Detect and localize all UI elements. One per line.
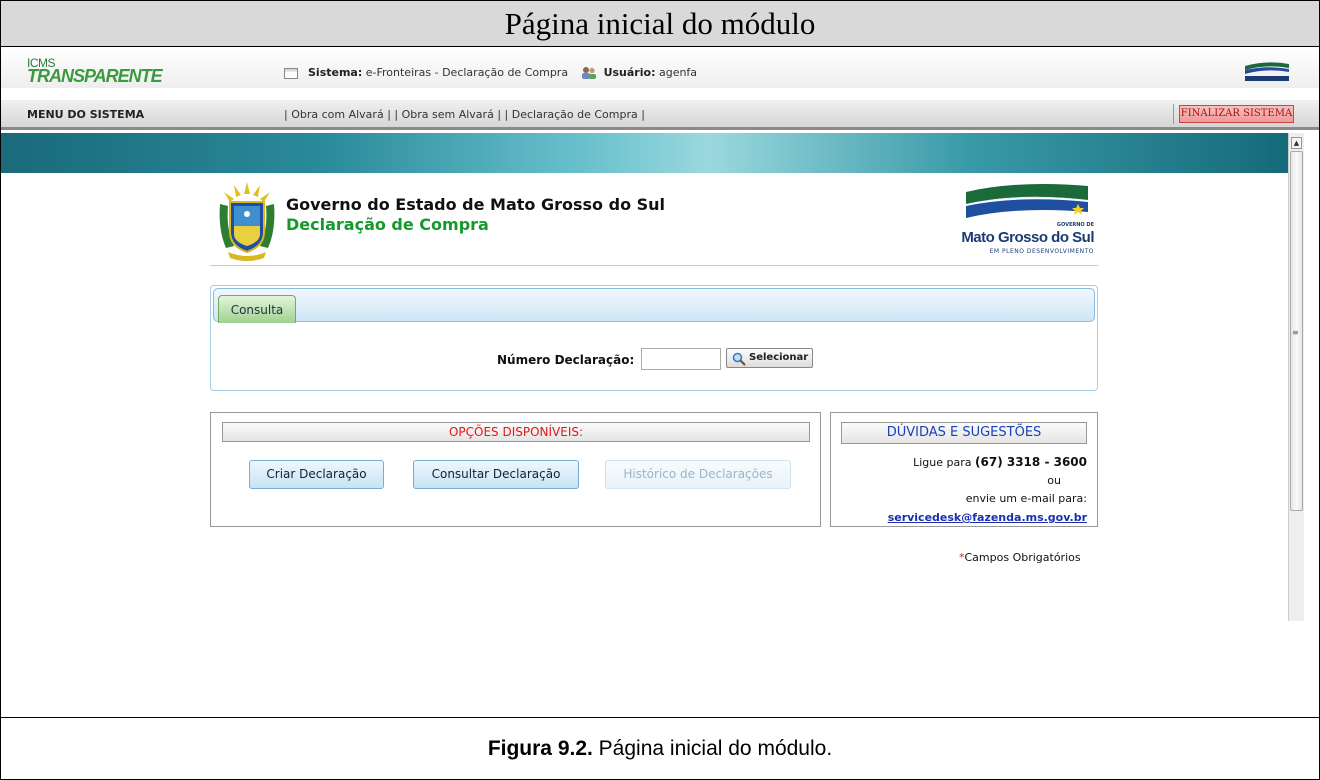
help-phone-prefix: Ligue para <box>913 456 976 469</box>
required-text: Campos Obrigatórios <box>964 551 1081 564</box>
ms-logo-name: Mato Grosso do Sul <box>961 229 1094 246</box>
module-subtitle: Declaração de Compra <box>286 215 489 234</box>
document-frame: Página inicial do módulo ICMS TRANSPAREN… <box>0 0 1320 780</box>
tab-consulta[interactable]: Consulta <box>218 295 296 323</box>
declaration-number-row: Número Declaração: Selecionar <box>211 348 1097 372</box>
declaration-number-input[interactable] <box>641 348 721 370</box>
menu-bar: MENU DO SISTEMA | Obra com Alvará | | Ob… <box>1 100 1319 130</box>
header-banner <box>1 133 1288 173</box>
scroll-grip-icon: ≡ <box>1292 328 1299 337</box>
options-panel: OPÇÕES DISPONÍVEIS: Criar Declaração Con… <box>210 412 821 527</box>
system-info: Sistema: e-Fronteiras - Declaração de Co… <box>284 66 697 80</box>
caption-number: Figura 9.2. <box>487 737 593 760</box>
help-phone: (67) 3318 - 3600 <box>975 455 1087 469</box>
ms-logo-gov: GOVERNO DE <box>1056 222 1094 228</box>
tab-strip: Consulta <box>213 288 1095 323</box>
users-icon <box>581 67 596 79</box>
help-email-link[interactable]: servicedesk@fazenda.ms.gov.br <box>888 511 1087 524</box>
declaration-history-button: Histórico de Declarações <box>605 460 791 489</box>
figure-caption: Figura 9.2. Página inicial do módulo. <box>1 717 1319 779</box>
menu-links: | Obra com Alvará | | Obra sem Alvará | … <box>284 108 645 121</box>
finalize-system-button[interactable]: FINALIZAR SISTEMA <box>1179 105 1294 123</box>
create-declaration-button[interactable]: Criar Declaração <box>249 460 384 489</box>
top-bar: ICMS TRANSPARENTE Sistema: e-Fronteiras … <box>1 48 1319 88</box>
logo-bottom-text: TRANSPARENTE <box>27 66 163 86</box>
page-header: Governo do Estado de Mato Grosso do Sul … <box>210 176 1098 266</box>
help-email-intro: envie um e-mail para: <box>965 492 1087 505</box>
icms-transparente-logo[interactable]: ICMS TRANSPARENTE <box>27 56 167 86</box>
help-or: ou <box>1047 474 1061 487</box>
required-fields-note: *Campos Obrigatórios <box>959 551 1081 564</box>
select-button[interactable]: Selecionar <box>726 348 813 368</box>
help-title: DÚVIDAS E SUGESTÕES <box>841 422 1087 444</box>
ms-flag-icon <box>966 184 1088 218</box>
ms-mini-logo <box>1245 62 1289 81</box>
scroll-up-arrow-icon[interactable]: ▲ <box>1291 137 1302 149</box>
menu-link-declaracao-compra[interactable]: Declaração de Compra <box>512 108 638 121</box>
screenshot-area: ICMS TRANSPARENTE Sistema: e-Fronteiras … <box>1 48 1319 717</box>
consult-declaration-button[interactable]: Consultar Declaração <box>413 460 579 489</box>
menu-divider <box>1173 104 1174 124</box>
declaration-number-label: Número Declaração: <box>497 353 635 367</box>
window-icon <box>284 67 298 79</box>
caption-text: Página inicial do módulo. <box>592 737 833 760</box>
system-value: e-Fronteiras - Declaração de Compra <box>365 66 569 79</box>
user-value: agenfa <box>658 66 698 79</box>
help-panel: DÚVIDAS E SUGESTÕES Ligue para (67) 3318… <box>830 412 1098 527</box>
consulta-panel: Consulta Número Declaração: Selecionar <box>210 285 1098 391</box>
magnifier-icon <box>732 352 746 366</box>
select-button-label: Selecionar <box>749 352 809 363</box>
vertical-scrollbar[interactable]: ▲ ≡ <box>1288 133 1304 621</box>
system-label: Sistema: <box>308 66 363 79</box>
government-title: Governo do Estado de Mato Grosso do Sul <box>286 195 666 214</box>
menu-label: MENU DO SISTEMA <box>27 108 145 121</box>
document-title: Página inicial do módulo <box>1 1 1319 47</box>
menu-link-obra-sem-alvara[interactable]: Obra sem Alvará <box>402 108 494 121</box>
menu-link-obra-com-alvara[interactable]: Obra com Alvará <box>291 108 384 121</box>
user-label: Usuário: <box>603 66 656 79</box>
coat-of-arms-icon <box>219 182 275 261</box>
ms-logo-tagline: EM PLENO DESENVOLVIMENTO <box>989 248 1094 255</box>
help-phone-line: Ligue para (67) 3318 - 3600 <box>913 455 1087 469</box>
mato-grosso-do-sul-logo: GOVERNO DE Mato Grosso do Sul EM PLENO D… <box>958 178 1094 260</box>
options-title: OPÇÕES DISPONÍVEIS: <box>222 422 810 442</box>
